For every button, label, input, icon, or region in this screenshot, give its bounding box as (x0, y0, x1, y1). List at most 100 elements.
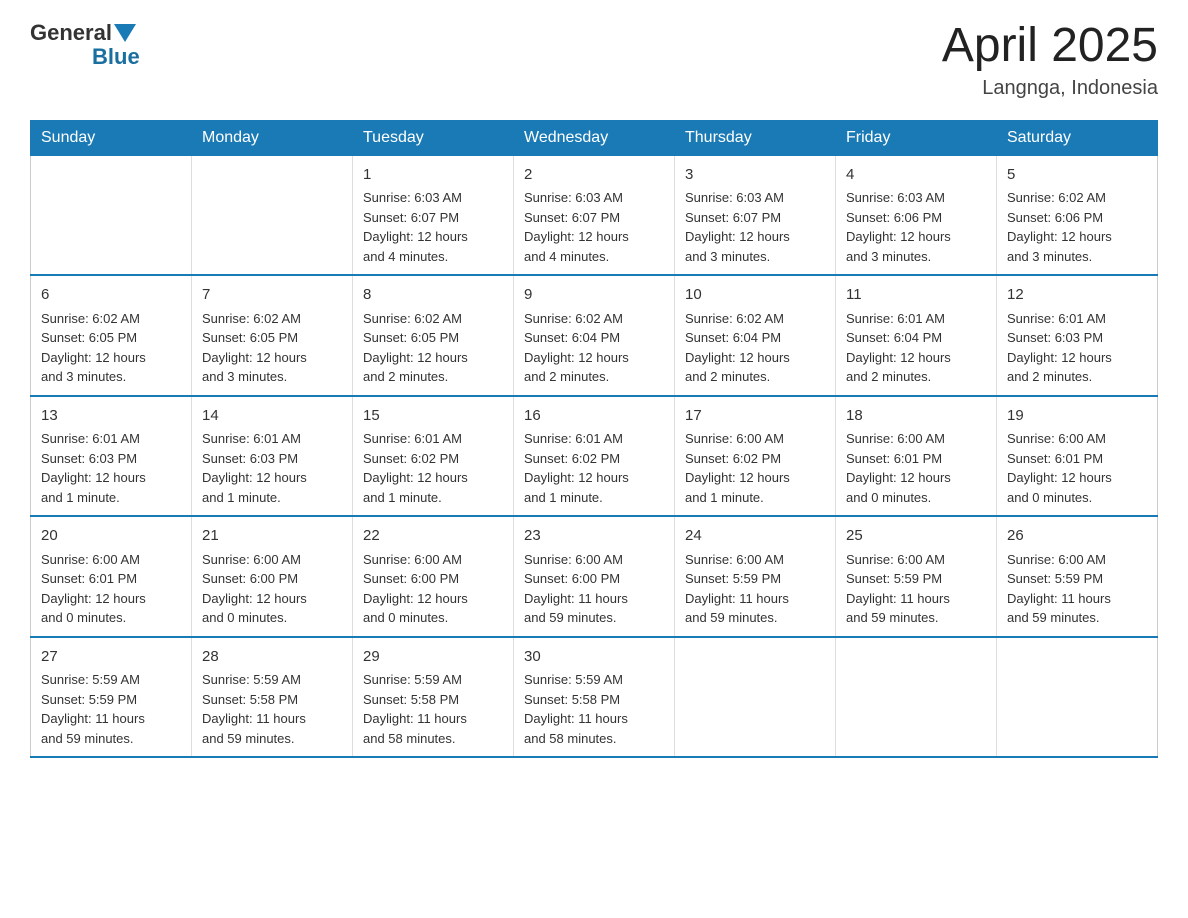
calendar-header: SundayMondayTuesdayWednesdayThursdayFrid… (31, 120, 1158, 155)
calendar-cell: 29Sunrise: 5:59 AM Sunset: 5:58 PM Dayli… (353, 637, 514, 758)
day-info: Sunrise: 6:00 AM Sunset: 6:02 PM Dayligh… (685, 429, 825, 507)
day-number: 12 (1007, 284, 1147, 307)
day-number: 17 (685, 405, 825, 428)
day-info: Sunrise: 6:03 AM Sunset: 6:06 PM Dayligh… (846, 188, 986, 266)
calendar-cell: 18Sunrise: 6:00 AM Sunset: 6:01 PM Dayli… (836, 396, 997, 517)
calendar-cell: 28Sunrise: 5:59 AM Sunset: 5:58 PM Dayli… (192, 637, 353, 758)
day-info: Sunrise: 6:02 AM Sunset: 6:05 PM Dayligh… (41, 309, 181, 387)
day-number: 18 (846, 405, 986, 428)
day-number: 27 (41, 646, 181, 669)
calendar-cell: 27Sunrise: 5:59 AM Sunset: 5:59 PM Dayli… (31, 637, 192, 758)
day-info: Sunrise: 6:00 AM Sunset: 5:59 PM Dayligh… (846, 550, 986, 628)
day-number: 8 (363, 284, 503, 307)
calendar-cell: 3Sunrise: 6:03 AM Sunset: 6:07 PM Daylig… (675, 155, 836, 275)
day-info: Sunrise: 6:00 AM Sunset: 6:01 PM Dayligh… (846, 429, 986, 507)
logo-blue-text: Blue (92, 44, 140, 70)
calendar-cell (836, 637, 997, 758)
calendar-cell: 20Sunrise: 6:00 AM Sunset: 6:01 PM Dayli… (31, 516, 192, 637)
day-info: Sunrise: 5:59 AM Sunset: 5:59 PM Dayligh… (41, 670, 181, 748)
month-year-title: April 2025 (942, 20, 1158, 73)
calendar-cell: 24Sunrise: 6:00 AM Sunset: 5:59 PM Dayli… (675, 516, 836, 637)
day-of-week-header: Friday (836, 120, 997, 155)
day-of-week-header: Saturday (997, 120, 1158, 155)
day-of-week-header: Sunday (31, 120, 192, 155)
day-of-week-header: Monday (192, 120, 353, 155)
calendar-cell: 7Sunrise: 6:02 AM Sunset: 6:05 PM Daylig… (192, 275, 353, 396)
calendar-cell: 8Sunrise: 6:02 AM Sunset: 6:05 PM Daylig… (353, 275, 514, 396)
day-info: Sunrise: 6:02 AM Sunset: 6:04 PM Dayligh… (524, 309, 664, 387)
day-number: 22 (363, 525, 503, 548)
calendar-week-row: 13Sunrise: 6:01 AM Sunset: 6:03 PM Dayli… (31, 396, 1158, 517)
day-info: Sunrise: 6:02 AM Sunset: 6:05 PM Dayligh… (202, 309, 342, 387)
calendar-cell: 19Sunrise: 6:00 AM Sunset: 6:01 PM Dayli… (997, 396, 1158, 517)
calendar-cell: 9Sunrise: 6:02 AM Sunset: 6:04 PM Daylig… (514, 275, 675, 396)
day-info: Sunrise: 6:03 AM Sunset: 6:07 PM Dayligh… (685, 188, 825, 266)
logo-general-text: General (30, 20, 112, 46)
day-of-week-header: Wednesday (514, 120, 675, 155)
day-number: 5 (1007, 164, 1147, 187)
day-of-week-header: Thursday (675, 120, 836, 155)
day-info: Sunrise: 6:01 AM Sunset: 6:02 PM Dayligh… (363, 429, 503, 507)
calendar-cell (192, 155, 353, 275)
day-info: Sunrise: 6:00 AM Sunset: 6:00 PM Dayligh… (524, 550, 664, 628)
calendar-cell: 10Sunrise: 6:02 AM Sunset: 6:04 PM Dayli… (675, 275, 836, 396)
calendar-cell: 12Sunrise: 6:01 AM Sunset: 6:03 PM Dayli… (997, 275, 1158, 396)
location-subtitle: Langnga, Indonesia (942, 77, 1158, 100)
day-info: Sunrise: 6:00 AM Sunset: 6:00 PM Dayligh… (363, 550, 503, 628)
calendar-cell: 4Sunrise: 6:03 AM Sunset: 6:06 PM Daylig… (836, 155, 997, 275)
day-number: 3 (685, 164, 825, 187)
day-info: Sunrise: 6:02 AM Sunset: 6:04 PM Dayligh… (685, 309, 825, 387)
day-info: Sunrise: 6:01 AM Sunset: 6:03 PM Dayligh… (202, 429, 342, 507)
calendar-cell (675, 637, 836, 758)
days-of-week-row: SundayMondayTuesdayWednesdayThursdayFrid… (31, 120, 1158, 155)
day-number: 20 (41, 525, 181, 548)
calendar-cell: 25Sunrise: 6:00 AM Sunset: 5:59 PM Dayli… (836, 516, 997, 637)
calendar-body: 1Sunrise: 6:03 AM Sunset: 6:07 PM Daylig… (31, 155, 1158, 757)
calendar-week-row: 6Sunrise: 6:02 AM Sunset: 6:05 PM Daylig… (31, 275, 1158, 396)
calendar-cell: 2Sunrise: 6:03 AM Sunset: 6:07 PM Daylig… (514, 155, 675, 275)
day-number: 2 (524, 164, 664, 187)
calendar-cell: 30Sunrise: 5:59 AM Sunset: 5:58 PM Dayli… (514, 637, 675, 758)
day-number: 13 (41, 405, 181, 428)
day-number: 24 (685, 525, 825, 548)
day-info: Sunrise: 6:00 AM Sunset: 6:01 PM Dayligh… (41, 550, 181, 628)
day-number: 25 (846, 525, 986, 548)
day-info: Sunrise: 5:59 AM Sunset: 5:58 PM Dayligh… (524, 670, 664, 748)
calendar-cell: 13Sunrise: 6:01 AM Sunset: 6:03 PM Dayli… (31, 396, 192, 517)
calendar-cell: 21Sunrise: 6:00 AM Sunset: 6:00 PM Dayli… (192, 516, 353, 637)
day-number: 29 (363, 646, 503, 669)
day-number: 15 (363, 405, 503, 428)
day-number: 21 (202, 525, 342, 548)
calendar-cell: 16Sunrise: 6:01 AM Sunset: 6:02 PM Dayli… (514, 396, 675, 517)
day-info: Sunrise: 6:03 AM Sunset: 6:07 PM Dayligh… (524, 188, 664, 266)
day-info: Sunrise: 6:01 AM Sunset: 6:04 PM Dayligh… (846, 309, 986, 387)
day-info: Sunrise: 6:00 AM Sunset: 5:59 PM Dayligh… (685, 550, 825, 628)
calendar-week-row: 20Sunrise: 6:00 AM Sunset: 6:01 PM Dayli… (31, 516, 1158, 637)
day-info: Sunrise: 6:00 AM Sunset: 6:00 PM Dayligh… (202, 550, 342, 628)
day-number: 16 (524, 405, 664, 428)
day-number: 23 (524, 525, 664, 548)
day-number: 6 (41, 284, 181, 307)
calendar-week-row: 27Sunrise: 5:59 AM Sunset: 5:59 PM Dayli… (31, 637, 1158, 758)
day-number: 14 (202, 405, 342, 428)
calendar-cell: 14Sunrise: 6:01 AM Sunset: 6:03 PM Dayli… (192, 396, 353, 517)
day-number: 10 (685, 284, 825, 307)
calendar-cell: 1Sunrise: 6:03 AM Sunset: 6:07 PM Daylig… (353, 155, 514, 275)
day-number: 4 (846, 164, 986, 187)
day-info: Sunrise: 6:01 AM Sunset: 6:03 PM Dayligh… (41, 429, 181, 507)
calendar-week-row: 1Sunrise: 6:03 AM Sunset: 6:07 PM Daylig… (31, 155, 1158, 275)
day-of-week-header: Tuesday (353, 120, 514, 155)
calendar-cell: 26Sunrise: 6:00 AM Sunset: 5:59 PM Dayli… (997, 516, 1158, 637)
calendar-table: SundayMondayTuesdayWednesdayThursdayFrid… (30, 120, 1158, 759)
calendar-cell: 5Sunrise: 6:02 AM Sunset: 6:06 PM Daylig… (997, 155, 1158, 275)
day-info: Sunrise: 6:01 AM Sunset: 6:02 PM Dayligh… (524, 429, 664, 507)
calendar-cell: 22Sunrise: 6:00 AM Sunset: 6:00 PM Dayli… (353, 516, 514, 637)
day-info: Sunrise: 5:59 AM Sunset: 5:58 PM Dayligh… (202, 670, 342, 748)
logo-triangle-icon (114, 24, 136, 42)
calendar-cell (997, 637, 1158, 758)
day-info: Sunrise: 5:59 AM Sunset: 5:58 PM Dayligh… (363, 670, 503, 748)
day-info: Sunrise: 6:01 AM Sunset: 6:03 PM Dayligh… (1007, 309, 1147, 387)
calendar-cell: 11Sunrise: 6:01 AM Sunset: 6:04 PM Dayli… (836, 275, 997, 396)
day-number: 28 (202, 646, 342, 669)
title-section: April 2025 Langnga, Indonesia (942, 20, 1158, 100)
